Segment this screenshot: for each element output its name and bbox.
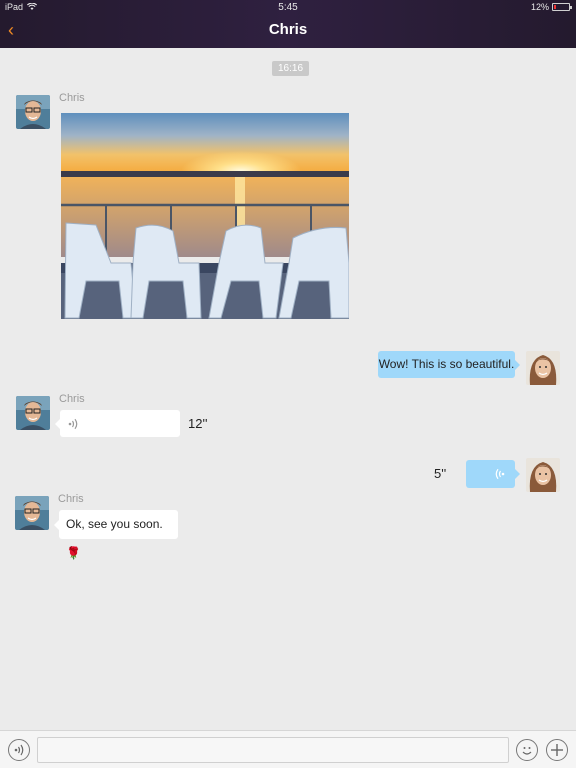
message-bubble-outgoing[interactable]: Wow! This is so beautiful. [378,351,520,378]
avatar-chris[interactable] [15,496,49,530]
plus-icon[interactable] [546,739,568,761]
sender-name: Chris [59,393,85,405]
voice-duration: 5'' [434,466,447,481]
battery-percent: 12% [530,2,549,12]
voice-icon[interactable] [8,739,30,761]
sender-name: Chris [59,92,85,104]
voice-wave-icon [68,418,78,430]
avatar-chris[interactable] [16,396,50,430]
status-battery: 12% [530,2,572,12]
message-input[interactable] [37,737,509,763]
smiley-icon[interactable] [516,739,538,761]
avatar-me[interactable] [526,458,560,492]
avatar-chris[interactable] [16,95,50,129]
status-time: 5:45 [278,2,298,13]
chat-header: iPad 5:45 12% ‹ Chris [0,0,576,48]
voice-wave-icon [495,468,505,480]
timestamp-badge: 16:16 [272,61,309,76]
sender-name: Chris [58,493,84,505]
voice-duration: 12'' [188,416,208,431]
message-bubble-incoming[interactable]: Ok, see you soon. 🌹 [54,510,178,560]
battery-icon [552,3,572,11]
battery-fill [554,5,556,9]
voice-message-outgoing[interactable] [466,460,520,488]
input-bar [0,730,576,768]
chat-title: Chris [268,21,308,38]
voice-message-incoming[interactable] [55,410,180,437]
sunset-chairs-photo[interactable] [61,113,349,319]
avatar-me[interactable] [526,351,560,385]
